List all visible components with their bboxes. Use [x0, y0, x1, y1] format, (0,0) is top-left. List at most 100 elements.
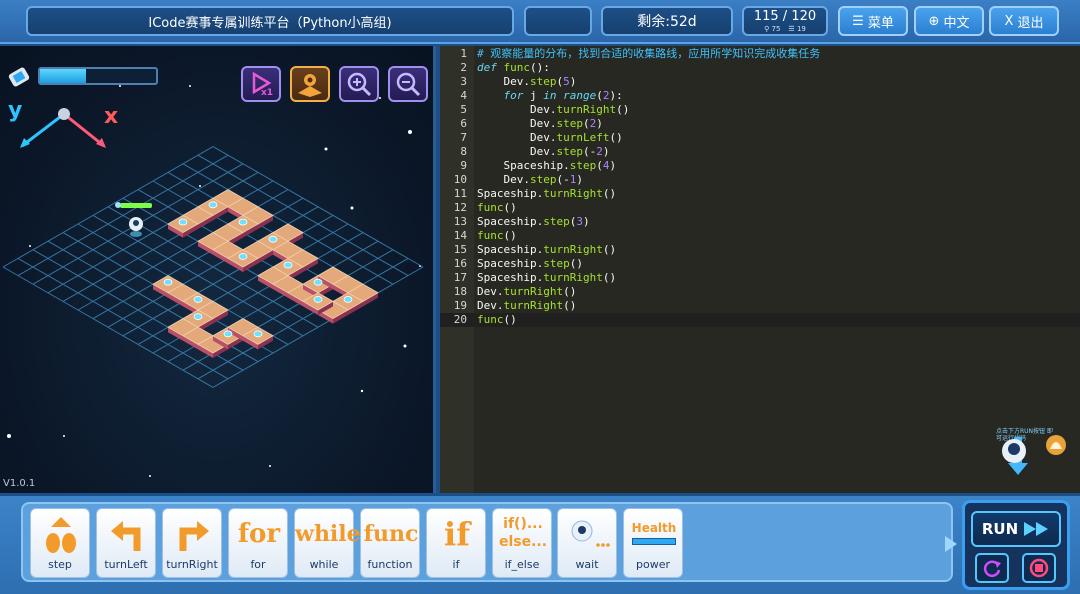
code-line[interactable]: 10 Dev.step(-1) [440, 173, 1080, 187]
palette-tray [21, 502, 953, 582]
exit-icon: X [1004, 13, 1014, 29]
energy-bar-fill [40, 69, 87, 83]
game-viewport[interactable]: x1 y x V1.0.1 [0, 46, 436, 493]
map-pin-icon [298, 74, 322, 97]
line-number: 17 [453, 271, 467, 284]
code-line[interactable]: 14 func() [440, 229, 1080, 243]
stop-icon [1029, 558, 1049, 578]
line-number: 9 [460, 159, 467, 172]
block-label: function [367, 558, 413, 571]
code-line[interactable]: 7 Dev.turnLeft() [440, 131, 1080, 145]
menu-button[interactable]: ☰ 菜单 [838, 6, 908, 36]
block-while[interactable]: while while [294, 508, 361, 578]
code-line[interactable]: 8 Dev.step(-2) [440, 145, 1080, 159]
code-line[interactable]: 11 Spaceship.turnRight() [440, 187, 1080, 201]
function-glyph: func [363, 521, 419, 547]
path-tiles [152, 189, 379, 358]
globe-icon: ⊕ [928, 13, 940, 29]
score-text: 115 / 120 [753, 8, 817, 24]
reset-button[interactable] [975, 553, 1009, 583]
while-glyph: while [295, 521, 361, 547]
exit-button[interactable]: X 退出 [989, 6, 1059, 36]
block-turnLeft[interactable]: turnLeft [96, 508, 156, 578]
turn-right-icon [163, 515, 223, 559]
axis-x-label: x [104, 104, 119, 129]
line-text: func() [477, 229, 517, 242]
line-text: Dev.step(-2) [529, 145, 610, 158]
line-text: Dev.turnRight() [529, 103, 630, 116]
code-line[interactable]: 20 func() [440, 313, 1080, 327]
for-glyph: for [237, 519, 281, 549]
code-line[interactable]: 6 Dev.step(2) [440, 117, 1080, 131]
line-number: 4 [460, 89, 467, 102]
game-scene [2, 85, 424, 477]
line-text: Dev.step(-1) [503, 173, 584, 186]
block-power[interactable]: Health power [623, 508, 683, 578]
svg-text:x1: x1 [261, 88, 273, 97]
code-line[interactable]: 18 Dev.turnRight() [440, 285, 1080, 299]
line-text: # 观察能量的分布，找到合适的收集路线，应用所学知识完成收集任务 [477, 47, 821, 60]
palette-next-arrow[interactable] [945, 536, 957, 552]
code-line[interactable]: 12 func() [440, 201, 1080, 215]
language-button[interactable]: ⊕ 中文 [914, 6, 984, 36]
code-line[interactable]: 3 Dev.step(5) [440, 75, 1080, 89]
score-substats: ⚲ 75 ☰ 19 [764, 25, 806, 33]
line-text: func() [477, 313, 517, 326]
zoom-in-button[interactable] [339, 66, 379, 102]
line-text: Spaceship.turnRight() [477, 271, 617, 284]
line-number: 2 [460, 61, 467, 74]
line-text: Dev.step(5) [503, 75, 577, 88]
health-icon: Health [624, 515, 684, 545]
line-text: Spaceship.turnRight() [477, 243, 617, 256]
line-number: 13 [453, 215, 467, 228]
block-turnRight[interactable]: turnRight [162, 508, 222, 578]
stop-button[interactable] [1022, 553, 1056, 583]
turn-left-icon [97, 515, 157, 559]
line-text: Spaceship.step() [477, 257, 583, 270]
line-text: Dev.turnRight() [477, 299, 577, 312]
block-wait[interactable]: wait [557, 508, 617, 578]
code-line[interactable]: 4 for j in range(2): [440, 89, 1080, 103]
axis-y-label: y [8, 98, 23, 123]
block-step[interactable]: step [30, 508, 90, 578]
code-line[interactable]: 2 def func(): [440, 61, 1080, 75]
code-line[interactable]: 9 Spaceship.step(4) [440, 159, 1080, 173]
code-line[interactable]: 1 # 观察能量的分布，找到合适的收集路线，应用所学知识完成收集任务 [440, 47, 1080, 61]
wait-robot-icon [558, 515, 618, 559]
code-line[interactable]: 15 Spaceship.turnRight() [440, 243, 1080, 257]
run-label: RUN [981, 520, 1019, 538]
code-line[interactable]: 13 Spaceship.step(3) [440, 215, 1080, 229]
block-label: wait [575, 558, 599, 571]
block-function[interactable]: func function [360, 508, 420, 578]
refresh-icon [983, 560, 1001, 577]
line-number: 20 [453, 313, 467, 326]
map-button[interactable] [290, 66, 330, 102]
run-panel: RUN [962, 500, 1070, 590]
code-line[interactable]: 17 Spaceship.turnRight() [440, 271, 1080, 285]
line-number: 19 [453, 299, 467, 312]
step-icon [31, 515, 91, 559]
exit-label: 退出 [1017, 15, 1044, 31]
block-if-else[interactable]: if()... else... if_else [492, 508, 552, 578]
axis-indicator [20, 108, 106, 148]
robot-helper-icon[interactable] [1000, 413, 1070, 483]
code-line[interactable]: 16 Spaceship.step() [440, 257, 1080, 271]
line-number: 7 [460, 131, 467, 144]
fast-forward-icon [1024, 522, 1049, 536]
run-button[interactable]: RUN [971, 511, 1061, 547]
zoom-out-button[interactable] [388, 66, 428, 102]
code-line[interactable]: 5 Dev.turnRight() [440, 103, 1080, 117]
block-label: if_else [504, 558, 540, 571]
line-number: 3 [460, 75, 467, 88]
code-editor[interactable]: 1 # 观察能量的分布，找到合适的收集路线，应用所学知识完成收集任务 2 def fu… [440, 46, 1080, 493]
line-number: 1 [460, 47, 467, 60]
speed-button[interactable]: x1 [241, 66, 281, 102]
zoom-out-icon [396, 72, 421, 97]
if-else-glyph: if()... else... [498, 516, 548, 550]
line-text: Dev.turnRight() [477, 285, 577, 298]
if-glyph: if [444, 515, 470, 553]
block-for[interactable]: for for [228, 508, 288, 578]
block-label: turnLeft [104, 558, 148, 571]
block-if[interactable]: if if [426, 508, 486, 578]
code-line[interactable]: 19 Dev.turnRight() [440, 299, 1080, 313]
